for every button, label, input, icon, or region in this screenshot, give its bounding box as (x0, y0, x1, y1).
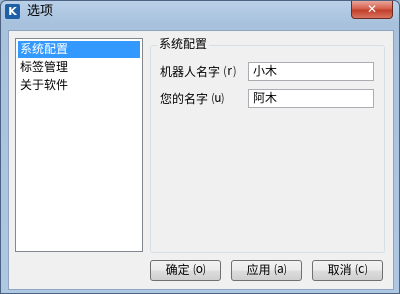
nav-item-tag-management[interactable]: 标签管理 (18, 59, 140, 76)
nav-item-about[interactable]: 关于软件 (18, 77, 140, 94)
close-button[interactable]: ✕ (351, 1, 393, 19)
ok-button[interactable]: 确定 ⒪ (150, 260, 221, 281)
options-dialog: K 选项 ✕ 系统配置 标签管理 关于软件 系统配置 机器人名字 ⒭ 小木 您的… (0, 0, 400, 294)
robot-name-label: 机器人名字 ⒭ (160, 65, 236, 79)
title-bar[interactable]: K 选项 ✕ (1, 1, 399, 23)
cancel-button[interactable]: 取消 ⒞ (312, 260, 383, 281)
dialog-body: 系统配置 标签管理 关于软件 系统配置 机器人名字 ⒭ 小木 您的名字 ⒰ 阿木… (8, 30, 394, 290)
category-list[interactable]: 系统配置 标签管理 关于软件 (15, 38, 143, 252)
robot-name-input[interactable]: 小木 (248, 62, 374, 81)
apply-button[interactable]: 应用 ⒜ (231, 260, 302, 281)
app-icon: K (5, 4, 20, 19)
groupbox-title: 系统配置 (157, 36, 210, 52)
nav-item-system-config[interactable]: 系统配置 (18, 41, 140, 58)
user-name-input[interactable]: 阿木 (248, 89, 374, 108)
user-name-label: 您的名字 ⒰ (160, 92, 224, 106)
close-icon: ✕ (366, 2, 378, 16)
window-title: 选项 (27, 4, 54, 19)
